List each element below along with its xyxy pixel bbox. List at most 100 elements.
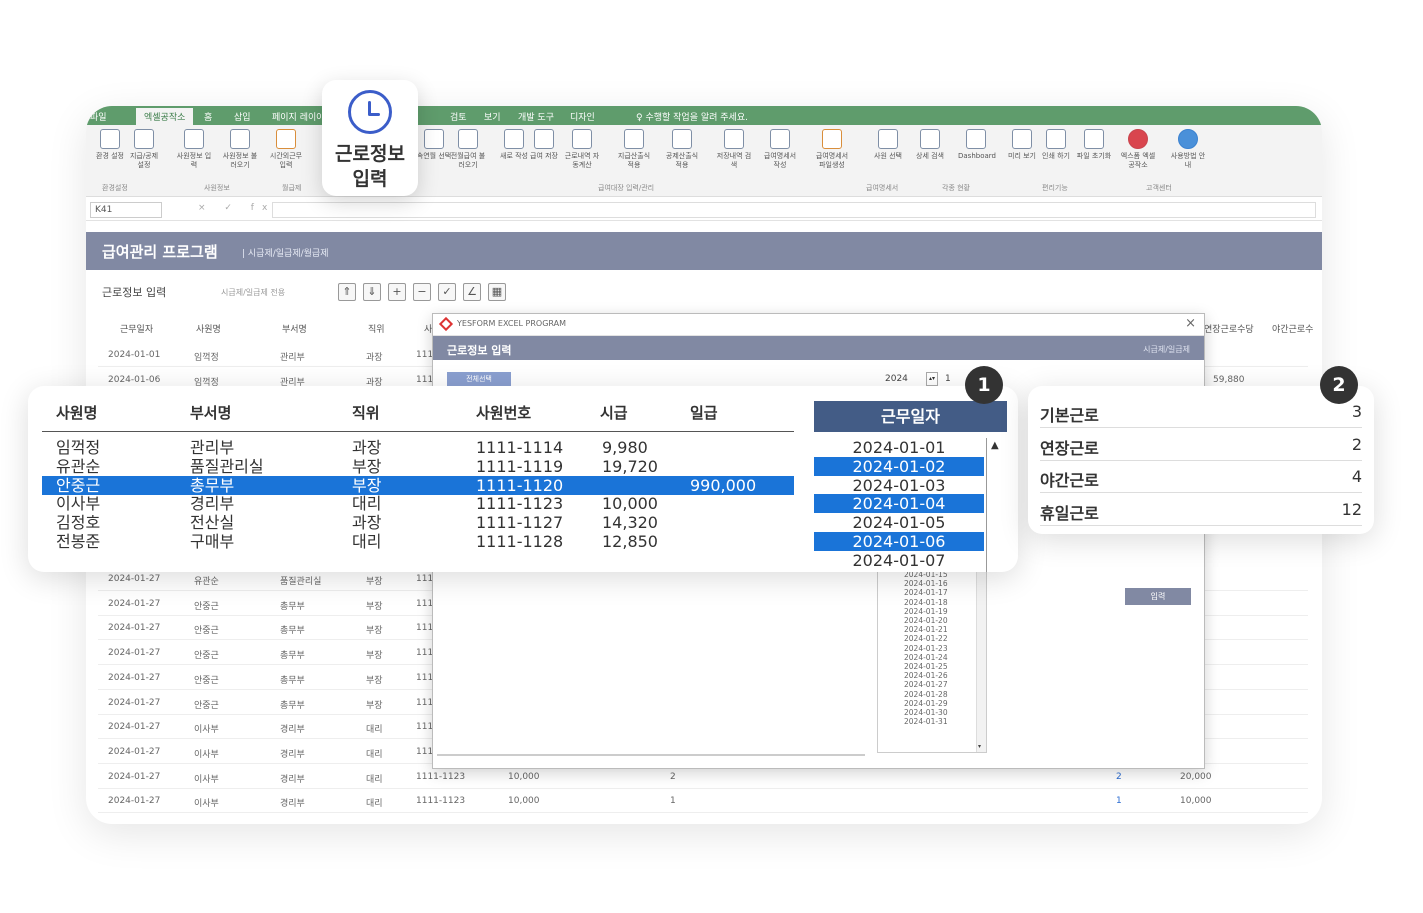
- date-list-item[interactable]: 2024-01-19: [878, 607, 986, 616]
- sheet-cell-id: 111: [416, 375, 434, 385]
- ribbon-tab[interactable]: 삽입: [234, 110, 251, 123]
- date-list-item[interactable]: 2024-01-28: [878, 690, 986, 699]
- date-list-item[interactable]: 2024-01-24: [878, 653, 986, 662]
- hours-row[interactable]: 휴일근로 12: [1040, 494, 1362, 526]
- ribbon-tab[interactable]: 디자인: [570, 110, 595, 123]
- sheet-cell-name: 이사부: [194, 725, 219, 736]
- date-listbox[interactable]: 2024-01-15 2024-01-16 2024-01-17 2024-01-18…: [877, 569, 987, 753]
- work-date-item[interactable]: 2024-01-03: [814, 476, 984, 495]
- hours-value-input[interactable]: 12: [1342, 500, 1362, 519]
- date-list-item[interactable]: 2024-01-30: [878, 708, 986, 717]
- preview-icon: [1012, 129, 1032, 149]
- ribbon-button[interactable]: 급여명세서 작성: [762, 129, 798, 170]
- work-date-item[interactable]: 2024-01-06: [814, 532, 984, 551]
- employee-row[interactable]: 안중근 총무부 부장 1111-1120 990,000: [42, 475, 794, 495]
- ribbon-button[interactable]: 지급산출식 적용: [616, 129, 652, 170]
- ribbon-tabs: 파일 엑셀공작소 홈 삽입 페이지 레이아웃 검토 보기 개발 도구 디자인 ♀ 수행할 작업을 …: [86, 106, 1322, 125]
- date-list-item[interactable]: 2024-01-21: [878, 625, 986, 634]
- work-date-item[interactable]: 2024-01-05: [814, 513, 984, 532]
- date-list-scrollbar[interactable]: ▾: [976, 570, 986, 752]
- ribbon-tab[interactable]: 보기: [484, 110, 501, 123]
- hours-row[interactable]: 기본근로 3: [1040, 396, 1362, 428]
- dialog-hscroll[interactable]: [437, 754, 865, 756]
- ribbon-button[interactable]: 사용방법 안내: [1170, 129, 1206, 170]
- ribbon-button[interactable]: 저장내역 검색: [716, 129, 752, 170]
- row-tool-button[interactable]: +: [388, 283, 406, 301]
- ribbon-tab[interactable]: 홈: [204, 110, 212, 123]
- ribbon-button[interactable]: 인쇄 하기: [1038, 129, 1074, 161]
- ribbon-button[interactable]: 엑스폼 엑셀공작소: [1120, 129, 1156, 170]
- ribbon-button[interactable]: 공제산출식 적용: [664, 129, 700, 170]
- clock-icon: [276, 129, 296, 149]
- ribbon-button[interactable]: 사원정보 불러오기: [222, 129, 258, 170]
- row-tool-button[interactable]: ✓: [438, 283, 456, 301]
- sheet-cell-pos: 과장: [366, 353, 383, 363]
- sheet-row[interactable]: 2024-01-27 이사부 경리부 대리 1111-1123 10,000 1 1 10,00…: [98, 789, 1308, 814]
- hours-row[interactable]: 연장근로 2: [1040, 429, 1362, 461]
- name-box[interactable]: K41: [90, 202, 162, 218]
- date-list-item[interactable]: 2024-01-23: [878, 644, 986, 653]
- employee-dept: 총무부: [190, 475, 235, 495]
- employee-row[interactable]: 전봉준 구매부 대리 1111-1128 12,850: [42, 532, 794, 551]
- hours-value-input[interactable]: 2: [1352, 435, 1362, 454]
- employee-row[interactable]: 김정호 전산실 과장 1111-1127 14,320: [42, 513, 794, 532]
- ribbon-tab[interactable]: 엑셀공작소: [136, 108, 194, 125]
- row-tool-button[interactable]: ⇓: [363, 283, 381, 301]
- ribbon-button[interactable]: 급여명세서 파일생성: [814, 129, 850, 170]
- sheet-col-header: 근무일자: [120, 325, 154, 335]
- ribbon-button[interactable]: 상세 검색: [912, 129, 948, 161]
- date-list-item[interactable]: 2024-01-27: [878, 680, 986, 689]
- ribbon-button[interactable]: 지급/공제 설정: [126, 129, 162, 170]
- row-tool-button[interactable]: ∠: [463, 283, 481, 301]
- ribbon-button[interactable]: 근로내역 자동계산: [564, 129, 600, 170]
- row-tool-button[interactable]: ▦: [488, 283, 506, 301]
- row-tool-button[interactable]: −: [413, 283, 431, 301]
- ribbon-tab[interactable]: ♀ 수행할 작업을 알려 주세요.: [636, 110, 748, 123]
- date-list-item[interactable]: 2024-01-25: [878, 662, 986, 671]
- date-list-item[interactable]: 2024-01-20: [878, 616, 986, 625]
- close-icon[interactable]: ×: [1185, 316, 1196, 331]
- section-title: 근로정보 입력: [102, 286, 167, 299]
- ribbon-button[interactable]: Dashboard: [958, 129, 996, 161]
- ribbon-tab[interactable]: 파일: [90, 110, 107, 123]
- formula-input[interactable]: [272, 202, 1316, 218]
- employee-row[interactable]: 이사부 경리부 대리 1111-1123 10,000: [42, 494, 794, 513]
- date-list-item[interactable]: 2024-01-18: [878, 598, 986, 607]
- ribbon-button[interactable]: 사원 선택: [870, 129, 906, 161]
- ribbon-button[interactable]: 미리 보기: [1004, 129, 1040, 161]
- ribbon-button[interactable]: 파일 초기화: [1076, 129, 1112, 161]
- work-info-callout[interactable]: 근로정보 입력: [322, 80, 418, 196]
- year-spinner[interactable]: ▴▾: [926, 372, 938, 386]
- hours-value-input[interactable]: 4: [1352, 467, 1362, 486]
- col-header-dept: 부서명: [190, 404, 232, 422]
- date-list-item[interactable]: 2024-01-17: [878, 588, 986, 597]
- date-list-item[interactable]: 2024-01-16: [878, 579, 986, 588]
- sheet-col-header: 직위: [368, 325, 385, 335]
- hours-value-input[interactable]: 3: [1352, 402, 1362, 421]
- ribbon-button[interactable]: 속연월 선택: [416, 129, 452, 161]
- employee-id: 1111-1119: [476, 456, 564, 476]
- ribbon-tab[interactable]: 검토: [450, 110, 467, 123]
- work-date-item[interactable]: 2024-01-07: [814, 551, 984, 570]
- input-button[interactable]: 입력: [1125, 588, 1191, 605]
- select-all-button[interactable]: 전체선택: [447, 372, 511, 387]
- ribbon-button[interactable]: 급여 저장: [526, 129, 562, 161]
- date-list-item[interactable]: 2024-01-29: [878, 699, 986, 708]
- work-date-item[interactable]: 2024-01-01: [814, 438, 984, 457]
- hours-row[interactable]: 야간근로 4: [1040, 461, 1362, 493]
- date-list-item[interactable]: 2024-01-26: [878, 671, 986, 680]
- work-date-item[interactable]: 2024-01-04: [814, 494, 984, 514]
- ribbon-button[interactable]: 시간외근무 입력: [268, 129, 304, 170]
- employee-row[interactable]: 임꺽정 관리부 과장 1111-1114 9,980: [42, 438, 794, 457]
- work-date-scrollbar[interactable]: ▲: [986, 438, 1004, 572]
- ribbon-button[interactable]: 전월급여 불러오기: [450, 129, 486, 170]
- ribbon-button-label: 급여명세서 작성: [763, 152, 797, 169]
- date-list-item[interactable]: 2024-01-31: [878, 717, 986, 726]
- date-list-item[interactable]: 2024-01-22: [878, 634, 986, 643]
- ribbon-button[interactable]: 사원정보 입력: [176, 129, 212, 170]
- ribbon-button[interactable]: 환경 설정: [92, 129, 128, 161]
- work-date-item[interactable]: 2024-01-02: [814, 456, 984, 476]
- row-tool-button[interactable]: ⇑: [338, 283, 356, 301]
- ribbon-tab[interactable]: 개발 도구: [518, 110, 554, 123]
- employee-row[interactable]: 유관순 품질관리실 부장 1111-1119 19,720: [42, 457, 794, 476]
